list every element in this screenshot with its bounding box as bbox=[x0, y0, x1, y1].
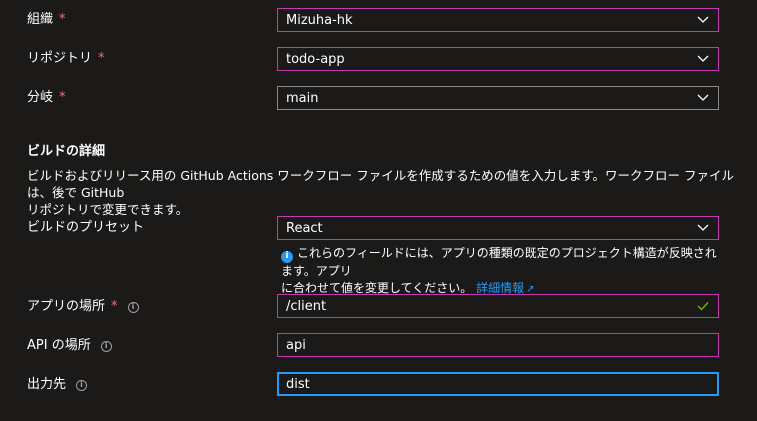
chevron-down-icon bbox=[696, 221, 710, 235]
org-dropdown[interactable]: Mizuha-hk bbox=[277, 8, 719, 32]
learn-more-link[interactable]: 詳細情報 bbox=[476, 281, 524, 295]
preset-dropdown-value: React bbox=[286, 220, 323, 236]
org-dropdown-value: Mizuha-hk bbox=[286, 12, 353, 28]
app-location-value: /client bbox=[286, 298, 327, 314]
api-location-input[interactable]: api bbox=[277, 333, 719, 357]
required-marker: * bbox=[59, 12, 66, 27]
chevron-down-icon bbox=[696, 13, 710, 27]
app-location-label: アプリの場所 * i bbox=[27, 299, 139, 315]
branch-dropdown-value: main bbox=[286, 90, 319, 106]
branch-label: 分岐 * bbox=[27, 90, 66, 105]
output-location-input[interactable]: dist bbox=[277, 372, 719, 396]
output-location-label: 出力先 i bbox=[27, 377, 88, 393]
chevron-down-icon bbox=[696, 52, 710, 66]
output-location-value: dist bbox=[286, 376, 310, 392]
app-location-input[interactable]: /client bbox=[277, 294, 719, 318]
section-title-build-details: ビルドの詳細 bbox=[27, 144, 106, 159]
info-icon[interactable]: i bbox=[127, 301, 139, 313]
external-link-icon: ↗ bbox=[526, 283, 535, 295]
preset-label: ビルドのプリセット bbox=[27, 220, 145, 235]
api-location-label: API の場所 i bbox=[27, 338, 112, 354]
checkmark-icon bbox=[696, 299, 710, 313]
preset-hint: i これらのフィールドには、アプリの種類の既定のプロジェクト構造が反映されます。ア… bbox=[281, 246, 717, 295]
info-icon: i bbox=[281, 250, 293, 263]
required-marker: * bbox=[111, 299, 118, 314]
org-label: 組織 * bbox=[27, 12, 66, 27]
info-icon[interactable]: i bbox=[100, 340, 112, 352]
branch-dropdown[interactable]: main bbox=[277, 86, 719, 110]
info-icon[interactable]: i bbox=[76, 379, 88, 391]
api-location-value: api bbox=[286, 337, 306, 353]
build-details-description: ビルドおよびリリース用の GitHub Actions ワークフロー ファイルを… bbox=[27, 168, 734, 217]
required-marker: * bbox=[98, 51, 105, 66]
required-marker: * bbox=[59, 90, 66, 105]
repo-label: リポジトリ * bbox=[27, 51, 105, 66]
repo-dropdown-value: todo-app bbox=[286, 51, 345, 67]
chevron-down-icon bbox=[696, 91, 710, 105]
repo-dropdown[interactable]: todo-app bbox=[277, 47, 719, 71]
preset-dropdown[interactable]: React bbox=[277, 216, 719, 240]
